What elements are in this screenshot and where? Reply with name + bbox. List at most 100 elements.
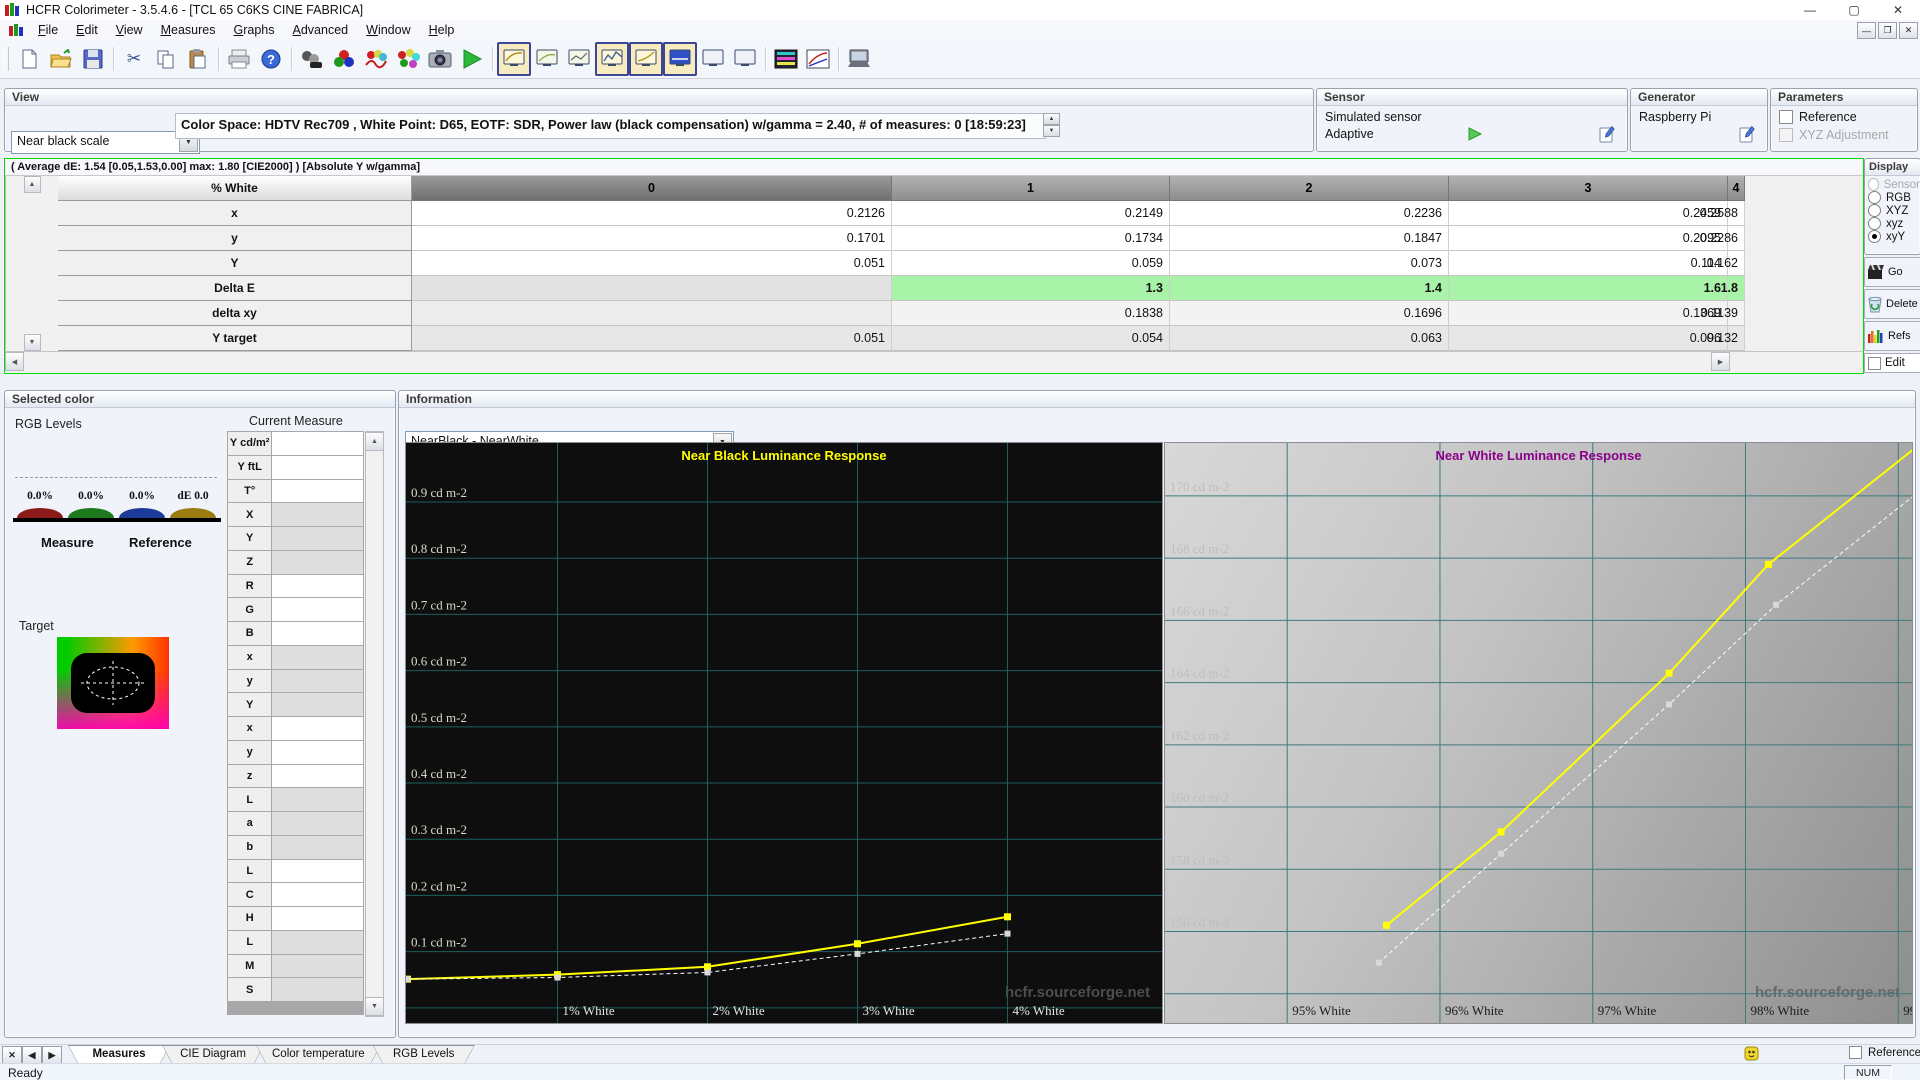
measure-row-value[interactable] [272, 812, 364, 836]
new-file-button[interactable] [13, 43, 45, 75]
table-cell[interactable]: 0.1701 [412, 226, 892, 251]
bottom-reference-checkbox[interactable]: Reference [1849, 1046, 1920, 1059]
maximize-icon[interactable]: ▢ [1832, 0, 1876, 20]
table-cell[interactable]: 0.073 [1170, 251, 1449, 276]
view-gamma-button[interactable] [595, 42, 629, 76]
measure-row-value[interactable] [272, 598, 364, 622]
column-header-3[interactable]: 3 [1449, 176, 1728, 201]
menu-file[interactable]: File [29, 21, 67, 39]
view-monitor-button[interactable] [697, 43, 729, 75]
table-cell[interactable]: 0.2149 [892, 201, 1170, 226]
table-cell[interactable]: 0.051 [412, 326, 892, 351]
near-white-chart[interactable]: hcfr.sourceforge.net156 cd m-2158 cd m-2… [1164, 442, 1913, 1024]
continuous-measure-button[interactable] [360, 43, 392, 75]
sensor-settings-button[interactable] [296, 43, 328, 75]
close-icon[interactable]: ✕ [1876, 0, 1920, 20]
spinner-up-icon[interactable]: ▲ [1043, 113, 1060, 125]
table-cell[interactable]: 0.1838 [892, 301, 1170, 326]
table-cell[interactable]: 0.114 [1449, 251, 1728, 276]
open-file-button[interactable] [45, 43, 77, 75]
table-cell[interactable]: 0.2236 [1170, 201, 1449, 226]
toolbar-grip[interactable] [4, 47, 9, 71]
menu-view[interactable]: View [107, 21, 152, 39]
measure-row-value[interactable] [272, 883, 364, 907]
tab-measures[interactable]: Measures [68, 1045, 170, 1064]
column-header-0[interactable]: 0 [412, 176, 892, 201]
scroll-down-icon[interactable]: ▼ [365, 997, 384, 1016]
copy-button[interactable] [150, 43, 182, 75]
table-cell[interactable]: 1.6 [1449, 276, 1728, 301]
table-cell[interactable]: 1.4 [1170, 276, 1449, 301]
delete-button[interactable]: Delete [1864, 289, 1920, 319]
mdi-restore-icon[interactable]: ❐ [1878, 22, 1897, 39]
edit-checkbox[interactable]: Edit [1864, 353, 1920, 373]
measure-row-value[interactable] [272, 670, 364, 694]
measure-row-value[interactable] [272, 551, 364, 575]
table-cell[interactable]: 0.2286 [1728, 226, 1745, 251]
measure-row-value[interactable] [272, 432, 364, 456]
table-cell[interactable]: 0.2095 [1449, 226, 1728, 251]
radio-icon[interactable] [1868, 230, 1881, 243]
measure-row-value[interactable] [272, 456, 364, 480]
horizontal-scrollbar[interactable]: ◀ ▶ [5, 351, 1863, 370]
tab-color-temperature[interactable]: Color temperature [256, 1045, 381, 1064]
table-cell[interactable]: 0.1139 [1728, 301, 1745, 326]
measure-row-value[interactable] [272, 955, 364, 979]
view-luminance-button[interactable] [497, 42, 531, 76]
help-button[interactable]: ? [255, 43, 287, 75]
radio-icon[interactable] [1868, 217, 1881, 230]
table-cell[interactable]: 0.1847 [1170, 226, 1449, 251]
checkbox-icon[interactable] [1868, 357, 1881, 370]
minimize-icon[interactable]: — [1788, 0, 1832, 20]
scroll-up-icon[interactable]: ▲ [365, 432, 384, 451]
view-monitor-button[interactable] [729, 43, 761, 75]
column-header-2[interactable]: 2 [1170, 176, 1449, 201]
measure-row-value[interactable] [272, 503, 364, 527]
view-rgb-levels-button[interactable] [663, 42, 697, 76]
go-button[interactable]: Go [1864, 257, 1920, 287]
print-button[interactable] [223, 43, 255, 75]
table-cell[interactable]: 0.1696 [1170, 301, 1449, 326]
table-cell[interactable]: 0.059 [892, 251, 1170, 276]
free-measure-button[interactable] [392, 43, 424, 75]
menu-help[interactable]: Help [420, 21, 464, 39]
column-header-4[interactable]: 4 [1728, 176, 1745, 201]
table-cell[interactable]: 0.162 [1728, 251, 1745, 276]
table-cell[interactable]: 0.2459 [1449, 201, 1728, 226]
radio-icon[interactable] [1868, 204, 1881, 217]
view-display-button[interactable] [843, 43, 875, 75]
mdi-minimize-icon[interactable]: — [1857, 22, 1876, 39]
view-histogram-button[interactable] [770, 43, 802, 75]
column-header-1[interactable]: 1 [892, 176, 1170, 201]
checkbox-icon[interactable] [1779, 110, 1793, 124]
measure-row-value[interactable] [272, 693, 364, 717]
table-cell[interactable]: 0.051 [412, 251, 892, 276]
table-cell[interactable]: 0.2588 [1728, 201, 1745, 226]
configure-generator-icon[interactable] [1739, 125, 1757, 143]
reference-checkbox[interactable]: Reference [1779, 110, 1857, 124]
table-cell[interactable]: 0.1734 [892, 226, 1170, 251]
refs-button[interactable]: Refs [1864, 321, 1920, 351]
vertical-scrollbar[interactable]: ▲▼ [5, 176, 58, 351]
scroll-left-icon[interactable]: ◀ [5, 352, 24, 371]
near-black-chart[interactable]: hcfr.sourceforge.net0.1 cd m-20.2 cd m-2… [405, 442, 1163, 1024]
measure-row-value[interactable] [272, 717, 364, 741]
save-file-button[interactable] [77, 43, 109, 75]
measure-row-value[interactable] [272, 480, 364, 504]
table-cell[interactable]: 1.3 [892, 276, 1170, 301]
menu-edit[interactable]: Edit [67, 21, 107, 39]
spinner-down-icon[interactable]: ▼ [1043, 125, 1060, 137]
measure-scrollbar[interactable]: ▲ ▼ [365, 431, 384, 1017]
tab-rgb-levels[interactable]: RGB Levels [373, 1045, 475, 1064]
scale-select[interactable]: Near black scale ▼ [11, 131, 200, 154]
checkbox-icon[interactable] [1849, 1046, 1862, 1059]
view-chart-button[interactable] [802, 43, 834, 75]
measure-row-value[interactable] [272, 527, 364, 551]
table-cell[interactable]: 0.063 [1170, 326, 1449, 351]
measure-row-value[interactable] [272, 622, 364, 646]
menu-graphs[interactable]: Graphs [225, 21, 284, 39]
menu-window[interactable]: Window [357, 21, 419, 39]
display-radio-rgb[interactable]: RGB [1868, 191, 1920, 204]
capture-button[interactable] [424, 43, 456, 75]
info-spinner[interactable]: ▲▼ [1043, 113, 1060, 137]
